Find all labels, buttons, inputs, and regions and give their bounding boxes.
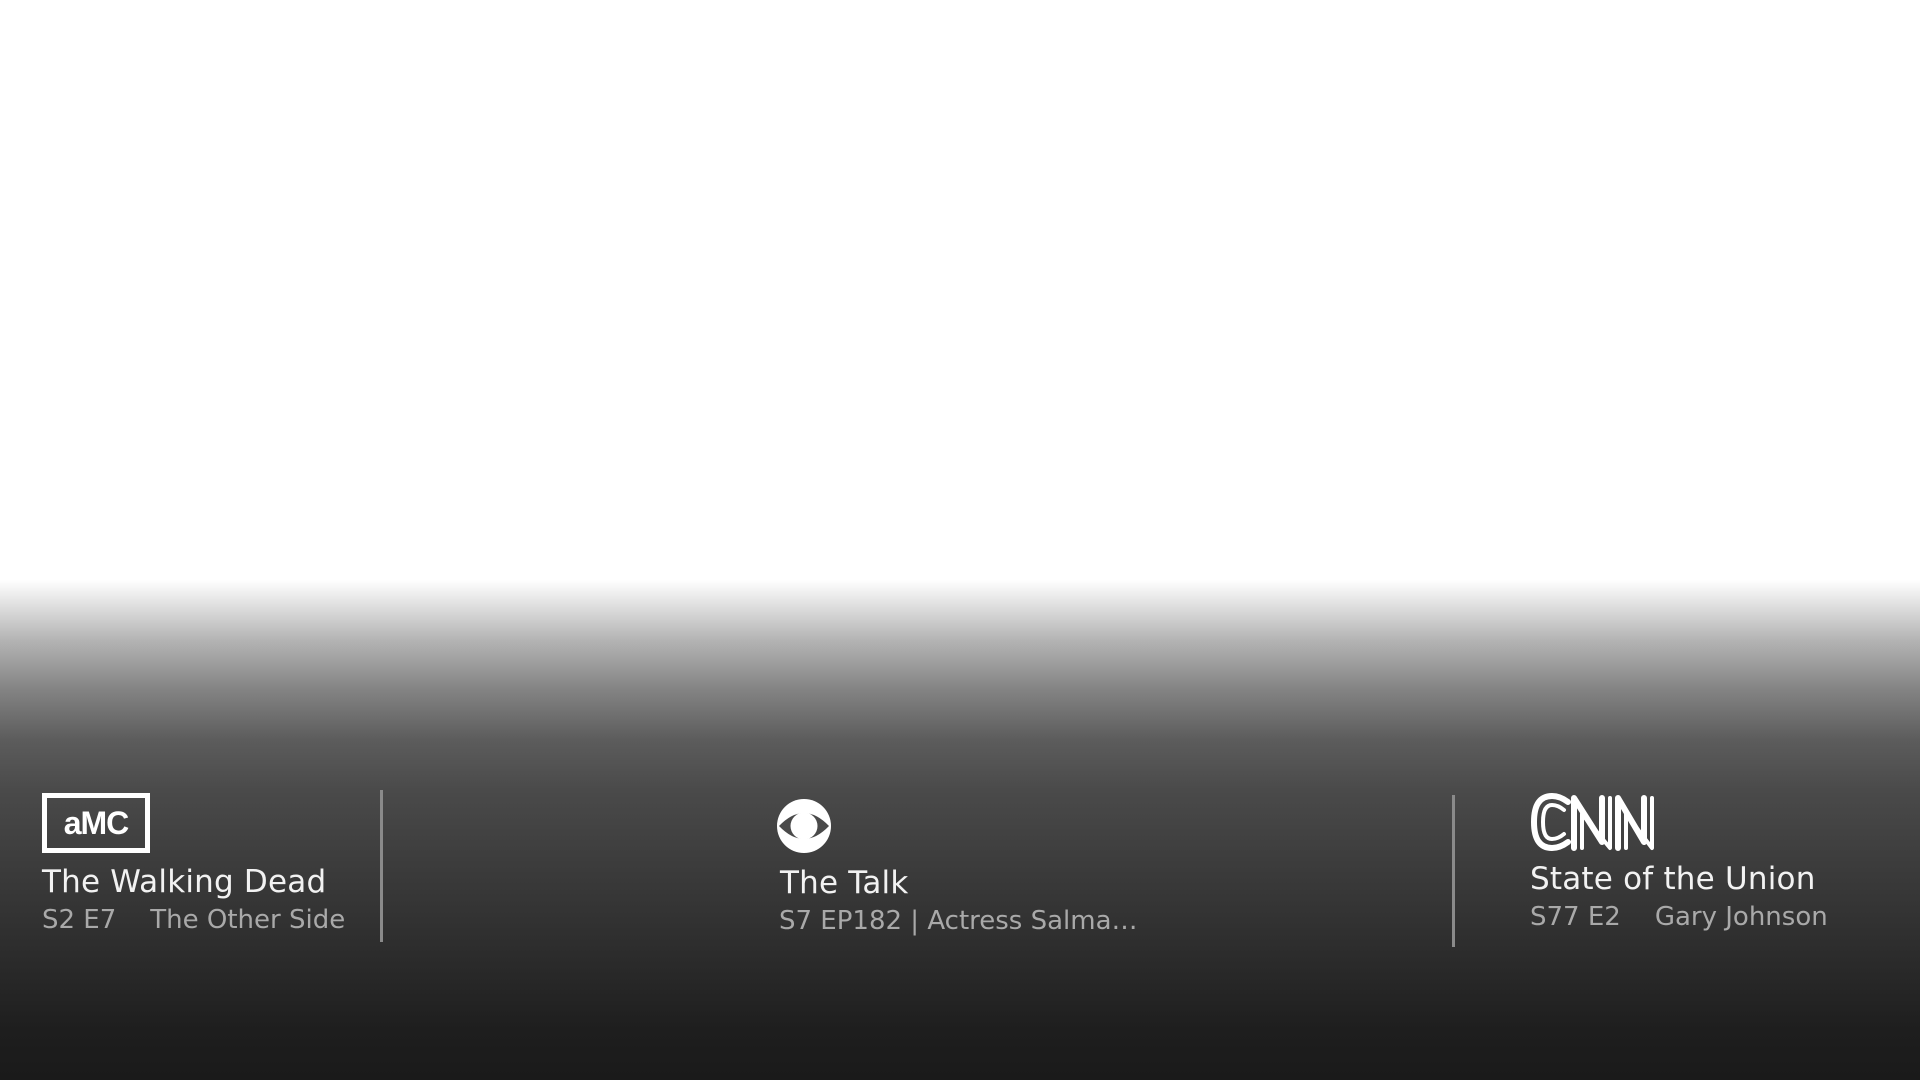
svg-text:aMC: aMC (64, 805, 129, 841)
cnn-logo-icon (1531, 793, 1654, 851)
program-meta: S7 EP182 | Actress Salma… (779, 906, 1138, 936)
episode-title: The Other Side (150, 905, 346, 935)
card-divider (1452, 795, 1455, 947)
episode-number: S77 E2 (1530, 902, 1621, 932)
program-title: State of the Union (1530, 861, 1816, 897)
channel-card-amc[interactable]: aMC The Walking Dead S2 E7 The Other Side (42, 793, 345, 937)
cbs-eye-logo-icon (777, 799, 831, 853)
now-playing-stage: aMC The Walking Dead S2 E7 The Other Side… (0, 0, 1920, 1080)
episode-title: Gary Johnson (1654, 902, 1828, 932)
program-title: The Talk (780, 865, 909, 901)
episode-number: S2 E7 (42, 905, 117, 935)
card-divider (380, 790, 383, 942)
channel-card-cnn[interactable]: State of the Union S77 E2 Gary Johnson (1530, 792, 1828, 934)
program-meta: S2 E7 The Other Side (42, 903, 345, 937)
program-meta: S77 E2 Gary Johnson (1530, 900, 1828, 934)
amc-logo-icon: aMC (42, 793, 150, 853)
program-title: The Walking Dead (42, 864, 327, 900)
channel-card-cbs[interactable]: The Talk S7 EP182 | Actress Salma… (776, 798, 1138, 938)
